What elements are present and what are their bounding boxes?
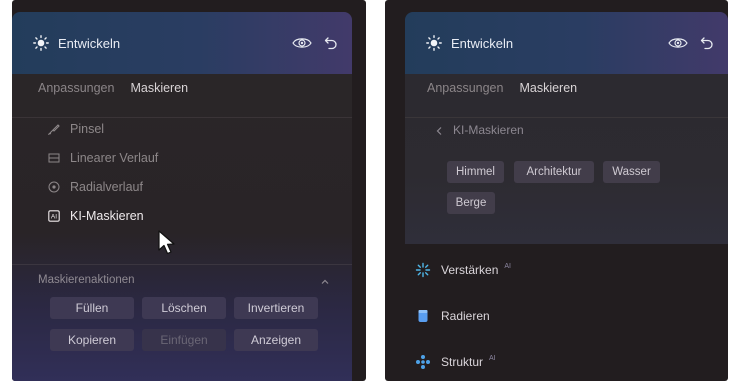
feature-label: Radieren — [441, 309, 490, 323]
develop-panel-right: Entwickeln Anpassungen Maskieren KI-Mask… — [385, 0, 728, 381]
chip-mountains[interactable]: Berge — [447, 192, 495, 214]
radial-gradient-icon — [48, 181, 60, 193]
feature-label: Struktur — [441, 355, 484, 369]
divider — [12, 264, 352, 265]
tab-masking[interactable]: Maskieren — [130, 81, 188, 95]
tab-bar: Anpassungen Maskieren — [38, 78, 188, 98]
eraser-icon — [415, 308, 431, 324]
tab-bar: Anpassungen Maskieren — [427, 78, 577, 98]
back-label: KI-Maskieren — [453, 123, 524, 137]
fill-button[interactable]: Füllen — [50, 297, 134, 319]
ai-badge: AI — [489, 354, 496, 362]
show-button[interactable]: Anzeigen — [234, 329, 318, 351]
tab-adjustments[interactable]: Anpassungen — [427, 81, 503, 95]
structure-icon — [415, 354, 431, 370]
tool-label: Pinsel — [70, 122, 105, 136]
feature-structure[interactable]: Struktur AI — [415, 354, 496, 370]
panel-header: Entwickeln — [12, 12, 352, 74]
panel-title: Entwickeln — [451, 35, 514, 51]
undo-icon[interactable] — [324, 36, 338, 50]
tool-brush[interactable]: Pinsel — [48, 122, 104, 136]
tab-adjustments[interactable]: Anpassungen — [38, 81, 114, 95]
feature-label: Verstärken — [441, 263, 499, 277]
develop-panel-left: Entwickeln Anpassungen Maskieren Pinsel … — [12, 0, 366, 381]
ai-badge: AI — [504, 262, 511, 270]
back-link[interactable]: KI-Maskieren — [435, 123, 524, 137]
eye-icon[interactable] — [292, 36, 312, 50]
tool-radial-gradient[interactable]: Radialverlauf — [48, 180, 143, 194]
feature-enhance[interactable]: Verstärken AI — [415, 262, 511, 278]
masking-area — [405, 74, 728, 244]
panel-title: Entwickeln — [58, 35, 121, 51]
linear-gradient-icon — [48, 152, 60, 164]
chip-sky[interactable]: Himmel — [447, 161, 504, 183]
tool-label: KI-Maskieren — [70, 209, 144, 223]
chevron-left-icon — [435, 125, 443, 135]
mouse-pointer-icon — [158, 230, 175, 255]
copy-button[interactable]: Kopieren — [50, 329, 134, 351]
paste-button[interactable]: Einfügen — [142, 329, 226, 351]
tool-linear-gradient[interactable]: Linearer Verlauf — [48, 151, 158, 165]
chip-architecture[interactable]: Architektur — [514, 161, 594, 183]
chip-water[interactable]: Wasser — [603, 161, 660, 183]
divider — [405, 117, 728, 118]
eye-icon[interactable] — [668, 36, 688, 50]
brush-icon — [48, 123, 60, 135]
divider — [12, 117, 352, 118]
panel-body: Anpassungen Maskieren Pinsel Linearer Ve… — [12, 74, 352, 381]
tool-ai-mask[interactable]: AI KI-Maskieren — [48, 209, 144, 223]
sparkle-icon — [415, 262, 431, 278]
undo-icon[interactable] — [700, 36, 714, 50]
sun-icon — [32, 34, 50, 52]
delete-button[interactable]: Löschen — [142, 297, 226, 319]
svg-text:AI: AI — [51, 214, 57, 221]
tab-masking[interactable]: Maskieren — [519, 81, 577, 95]
tool-label: Radialverlauf — [70, 180, 143, 194]
panel-header: Entwickeln — [405, 12, 728, 74]
invert-button[interactable]: Invertieren — [234, 297, 318, 319]
feature-erase[interactable]: Radieren — [415, 308, 490, 324]
sun-icon — [425, 34, 443, 52]
ai-mask-icon: AI — [48, 210, 60, 222]
chevron-up-icon[interactable] — [320, 274, 330, 284]
tool-label: Linearer Verlauf — [70, 151, 159, 165]
mask-actions-title: Maskierenaktionen — [38, 274, 135, 286]
